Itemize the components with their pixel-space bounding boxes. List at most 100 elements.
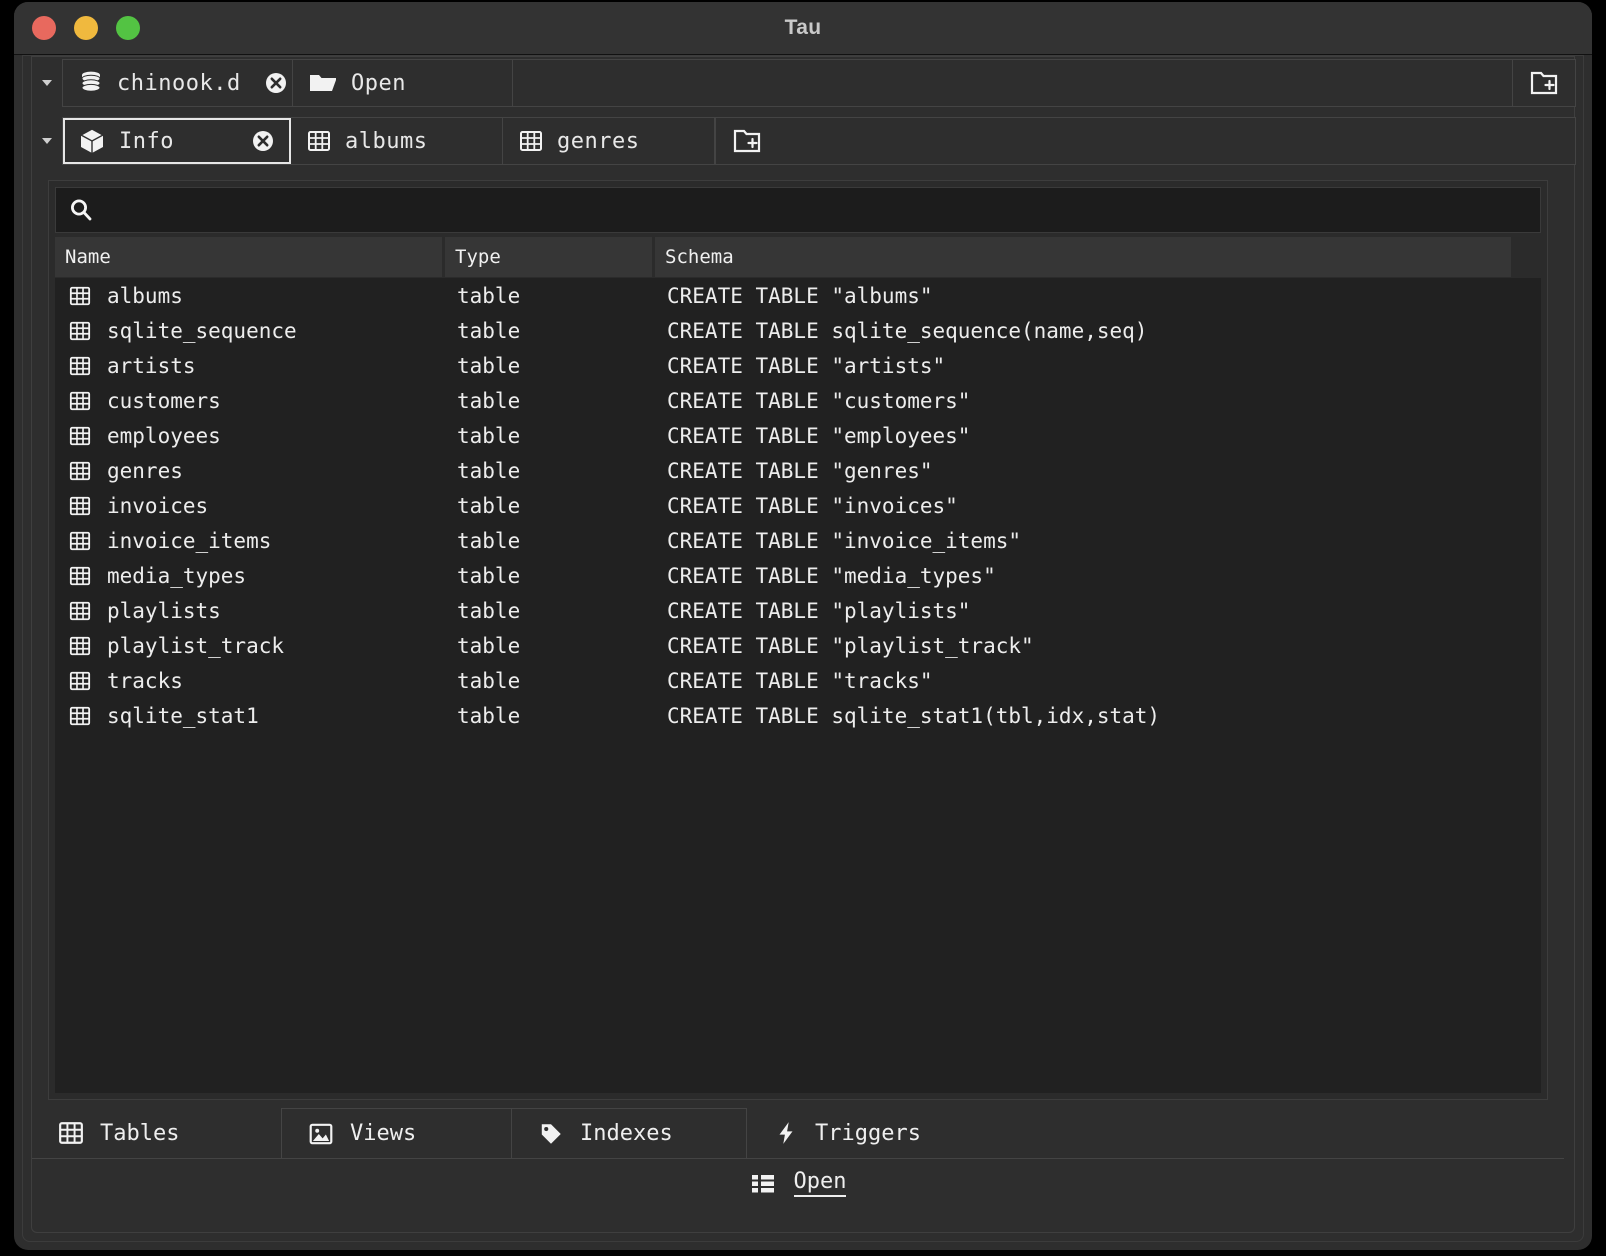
table-row[interactable]: playlist_track table CREATE TABLE "playlis…: [55, 628, 1541, 663]
object-tabstrip-filler: [777, 118, 1575, 164]
grid-table-icon-tables: [58, 1120, 84, 1146]
row-type-cell: table: [457, 668, 521, 693]
maximize-window-button[interactable]: [116, 16, 140, 40]
table-row[interactable]: customers table CREATE TABLE "customers": [55, 383, 1541, 418]
column-header-type[interactable]: Type: [445, 237, 655, 277]
database-tabstrip-filler: [513, 60, 1513, 106]
row-name-cell: artists: [55, 354, 445, 378]
row-name-label: tracks: [107, 668, 183, 693]
chevron-down-icon-objects[interactable]: [32, 117, 62, 165]
title-bar: Tau: [14, 2, 1592, 55]
screen-root: Tau chinook.d Open Info albums genres Na…: [0, 0, 1606, 1256]
row-name-cell: playlists: [55, 599, 445, 623]
table-row[interactable]: artists table CREATE TABLE "artists": [55, 348, 1541, 383]
table-row[interactable]: sqlite_sequence table CREATE TABLE sqlite_…: [55, 313, 1541, 348]
table-row[interactable]: employees table CREATE TABLE "employees": [55, 418, 1541, 453]
tab-genres-label: genres: [557, 128, 640, 154]
grid-table-icon: [69, 460, 91, 482]
row-name-cell: employees: [55, 424, 445, 448]
row-name-label: media_types: [107, 563, 247, 588]
grid-table-icon: [69, 670, 91, 692]
row-type-cell: table: [457, 353, 521, 378]
folder-add-icon-objects: [732, 127, 762, 155]
window-controls: [32, 16, 140, 40]
row-name-label: sqlite_stat1: [107, 703, 259, 728]
grid-table-icon: [69, 320, 91, 342]
grid-table-icon: [69, 565, 91, 587]
database-open-button[interactable]: Open: [293, 60, 513, 106]
database-tab-chinook[interactable]: chinook.d: [63, 60, 293, 106]
database-icon: [79, 70, 103, 96]
row-schema-cell: CREATE TABLE "playlist_track": [667, 633, 1034, 658]
window-title: Tau: [784, 16, 822, 39]
table-row[interactable]: media_types table CREATE TABLE "media_type…: [55, 558, 1541, 593]
object-tabstrip: Info albums genres: [32, 117, 1576, 165]
tab-info[interactable]: Info: [63, 118, 291, 164]
bottom-tabbar: Tables Views Indexes Triggers: [32, 1108, 1564, 1158]
row-type-cell: table: [457, 528, 521, 553]
search-input[interactable]: [104, 197, 1540, 223]
table-row[interactable]: tracks table CREATE TABLE "tracks": [55, 663, 1541, 698]
table-row[interactable]: albums table CREATE TABLE "albums": [55, 278, 1541, 313]
chevron-down-icon[interactable]: [32, 59, 62, 107]
row-schema-cell: CREATE TABLE sqlite_sequence(name,seq): [667, 318, 1148, 343]
bottom-tab-views[interactable]: Views: [282, 1108, 512, 1158]
table-row[interactable]: playlists table CREATE TABLE "playlists": [55, 593, 1541, 628]
column-header-pad: [1511, 237, 1541, 277]
tag-icon: [538, 1121, 564, 1147]
add-tab-button[interactable]: [715, 118, 777, 164]
minimize-window-button[interactable]: [74, 16, 98, 40]
row-name-cell: playlist_track: [55, 634, 445, 658]
cube-icon: [79, 127, 105, 155]
tab-info-label: Info: [119, 128, 174, 154]
bottom-tab-views-label: Views: [350, 1121, 417, 1146]
row-type-cell: table: [457, 423, 521, 448]
table-rows: albums table CREATE TABLE "albums" sqlite_s…: [55, 278, 1541, 1093]
tab-albums[interactable]: albums: [291, 118, 503, 164]
bottom-tab-triggers-label: Triggers: [815, 1120, 921, 1146]
table-row[interactable]: invoice_items table CREATE TABLE "invoice_…: [55, 523, 1541, 558]
status-bar[interactable]: Open: [32, 1158, 1564, 1207]
row-schema-cell: CREATE TABLE "genres": [667, 458, 933, 483]
row-schema-cell: CREATE TABLE "customers": [667, 388, 971, 413]
close-icon-info[interactable]: [252, 130, 274, 152]
bottom-tab-indexes[interactable]: Indexes: [512, 1108, 747, 1158]
grid-table-icon: [307, 129, 331, 153]
grid-table-icon-genres: [519, 129, 543, 153]
status-open-label: Open: [793, 1169, 847, 1197]
column-header-name[interactable]: Name: [55, 237, 445, 277]
bottom-tab-triggers[interactable]: Triggers: [747, 1108, 1564, 1158]
add-database-button[interactable]: [1513, 60, 1575, 106]
row-type-cell: table: [457, 283, 521, 308]
object-tabs: Info albums genres: [62, 117, 1576, 165]
column-header-schema[interactable]: Schema: [655, 237, 1511, 277]
bottom-tab-tables[interactable]: Tables: [32, 1108, 282, 1158]
table-row[interactable]: invoices table CREATE TABLE "invoices": [55, 488, 1541, 523]
folder-open-icon: [309, 71, 337, 95]
grid-table-icon: [69, 390, 91, 412]
tab-genres[interactable]: genres: [503, 118, 715, 164]
search-icon: [68, 197, 94, 223]
row-name-label: employees: [107, 423, 221, 448]
row-name-label: invoice_items: [107, 528, 272, 553]
close-window-button[interactable]: [32, 16, 56, 40]
database-open-label: Open: [351, 70, 406, 96]
tab-albums-label: albums: [345, 128, 428, 154]
row-schema-cell: CREATE TABLE "playlists": [667, 598, 971, 623]
lightning-icon: [773, 1120, 799, 1146]
folder-add-icon: [1529, 69, 1559, 97]
row-name-label: customers: [107, 388, 221, 413]
grid-table-icon: [69, 600, 91, 622]
search-bar[interactable]: [55, 187, 1541, 233]
row-name-cell: media_types: [55, 564, 445, 588]
close-icon[interactable]: [265, 72, 287, 94]
row-name-cell: invoice_items: [55, 529, 445, 553]
bottom-tab-indexes-label: Indexes: [580, 1121, 673, 1146]
table-row[interactable]: genres table CREATE TABLE "genres": [55, 453, 1541, 488]
grid-table-icon: [69, 355, 91, 377]
row-schema-cell: CREATE TABLE "media_types": [667, 563, 996, 588]
row-schema-cell: CREATE TABLE "albums": [667, 283, 933, 308]
row-name-label: playlists: [107, 598, 221, 623]
grid-table-icon: [69, 530, 91, 552]
table-row[interactable]: sqlite_stat1 table CREATE TABLE sqlite_sta…: [55, 698, 1541, 733]
